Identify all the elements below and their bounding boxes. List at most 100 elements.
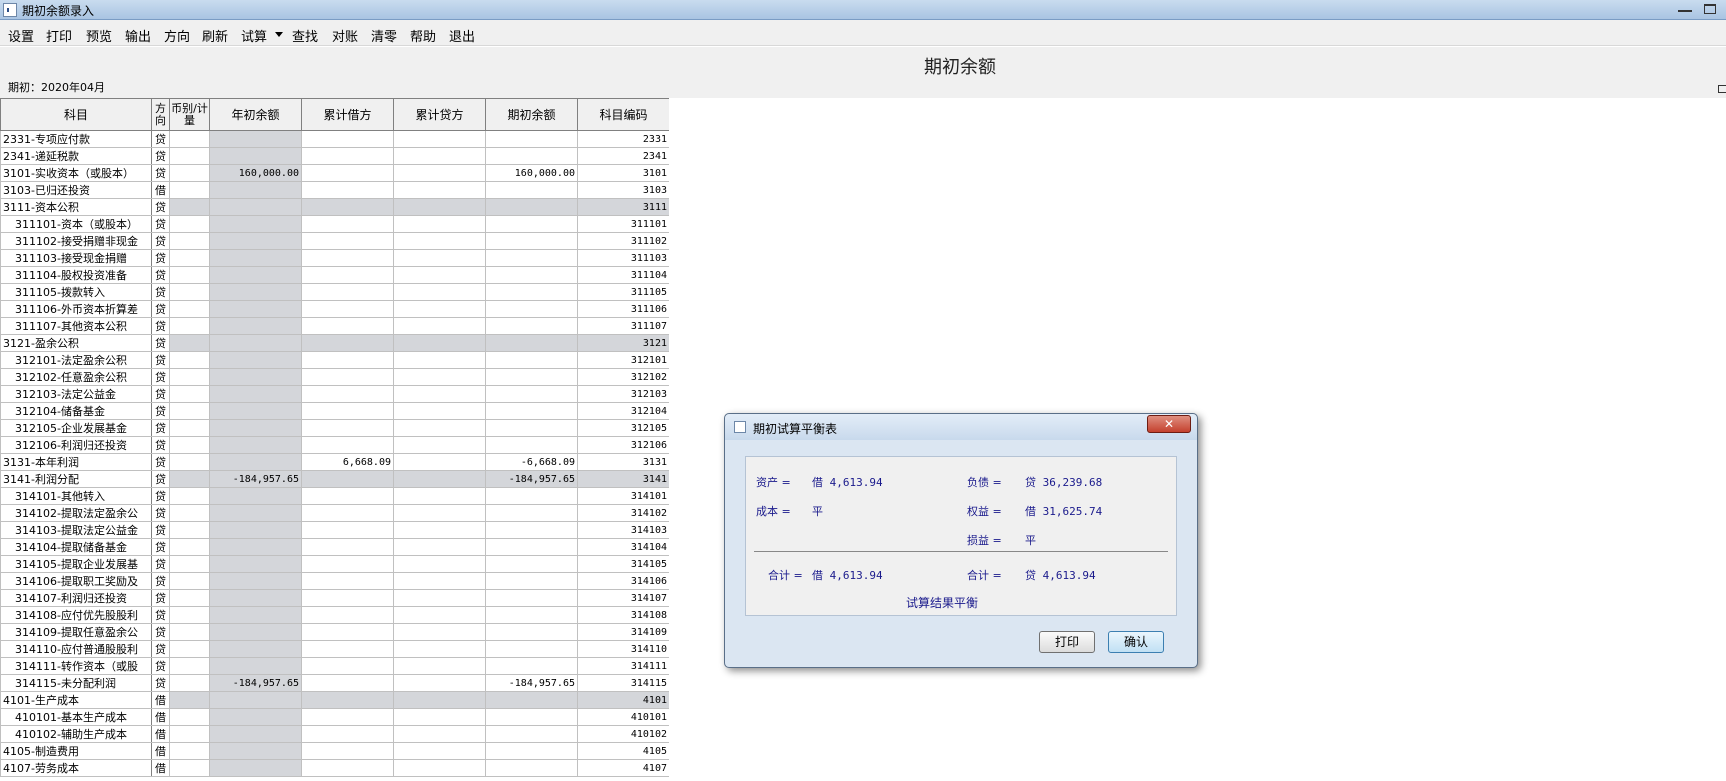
opening-balance-cell[interactable]: [209, 538, 302, 556]
menu-preview[interactable]: 预览: [86, 26, 112, 45]
column-header-beginning[interactable]: 期初余额: [485, 98, 578, 131]
debit-total-cell[interactable]: [301, 657, 394, 675]
credit-total-cell[interactable]: [393, 470, 486, 488]
currency-cell[interactable]: [169, 606, 210, 624]
table-row[interactable]: 3131-本年利润贷 6,668.09 -6,668.09 3131: [0, 453, 669, 471]
opening-balance-cell[interactable]: [209, 555, 302, 573]
currency-cell[interactable]: [169, 402, 210, 420]
debit-total-cell[interactable]: [301, 419, 394, 437]
menu-settings[interactable]: 设置: [8, 26, 34, 45]
opening-balance-cell[interactable]: [209, 572, 302, 590]
debit-total-cell[interactable]: [301, 589, 394, 607]
table-row[interactable]: 314103-提取法定公益金贷 314103: [0, 521, 669, 539]
debit-total-cell[interactable]: [301, 385, 394, 403]
opening-balance-cell[interactable]: [209, 725, 302, 743]
currency-cell[interactable]: [169, 385, 210, 403]
debit-total-cell[interactable]: [301, 708, 394, 726]
beginning-balance-cell[interactable]: [485, 623, 578, 641]
currency-cell[interactable]: [169, 249, 210, 267]
beginning-balance-cell[interactable]: [485, 181, 578, 199]
credit-total-cell[interactable]: [393, 742, 486, 760]
beginning-balance-cell[interactable]: [485, 147, 578, 165]
beginning-balance-cell[interactable]: [485, 334, 578, 352]
table-row[interactable]: 314105-提取企业发展基贷 314105: [0, 555, 669, 573]
beginning-balance-cell[interactable]: -6,668.09: [485, 453, 578, 471]
menu-print[interactable]: 打印: [46, 26, 72, 45]
table-row[interactable]: 311103-接受现金捐赠贷 311103: [0, 249, 669, 267]
beginning-balance-cell[interactable]: [485, 606, 578, 624]
table-row[interactable]: 311107-其他资本公积贷 311107: [0, 317, 669, 335]
opening-balance-cell[interactable]: [209, 708, 302, 726]
table-row[interactable]: 4101-生产成本借 4101: [0, 691, 669, 709]
opening-balance-cell[interactable]: [209, 232, 302, 250]
currency-cell[interactable]: [169, 164, 210, 182]
currency-cell[interactable]: [169, 521, 210, 539]
credit-total-cell[interactable]: [393, 691, 486, 709]
currency-cell[interactable]: [169, 572, 210, 590]
opening-balance-cell[interactable]: [209, 606, 302, 624]
beginning-balance-cell[interactable]: -184,957.65: [485, 674, 578, 692]
beginning-balance-cell[interactable]: [485, 385, 578, 403]
opening-balance-cell[interactable]: [209, 181, 302, 199]
opening-balance-cell[interactable]: [209, 504, 302, 522]
currency-cell[interactable]: [169, 368, 210, 386]
table-row[interactable]: 312102-任意盈余公积贷 312102: [0, 368, 669, 386]
table-row[interactable]: 314109-提取任意盈余公贷 314109: [0, 623, 669, 641]
beginning-balance-cell[interactable]: [485, 538, 578, 556]
credit-total-cell[interactable]: [393, 708, 486, 726]
credit-total-cell[interactable]: [393, 657, 486, 675]
beginning-balance-cell[interactable]: [485, 130, 578, 148]
credit-total-cell[interactable]: [393, 130, 486, 148]
beginning-balance-cell[interactable]: [485, 572, 578, 590]
credit-total-cell[interactable]: [393, 674, 486, 692]
currency-cell[interactable]: [169, 623, 210, 641]
currency-cell[interactable]: [169, 657, 210, 675]
table-row[interactable]: 410101-基本生产成本借 410101: [0, 708, 669, 726]
table-row[interactable]: 314106-提取职工奖励及贷 314106: [0, 572, 669, 590]
opening-balance-cell[interactable]: [209, 623, 302, 641]
column-header-debit[interactable]: 累计借方: [301, 98, 394, 131]
debit-total-cell[interactable]: [301, 538, 394, 556]
debit-total-cell[interactable]: 6,668.09: [301, 453, 394, 471]
credit-total-cell[interactable]: [393, 759, 486, 777]
table-row[interactable]: 314102-提取法定盈余公贷 314102: [0, 504, 669, 522]
table-row[interactable]: 314108-应付优先股股利贷 314108: [0, 606, 669, 624]
table-row[interactable]: 4107-劳务成本借 4107: [0, 759, 669, 777]
credit-total-cell[interactable]: [393, 572, 486, 590]
debit-total-cell[interactable]: [301, 198, 394, 216]
beginning-balance-cell[interactable]: [485, 215, 578, 233]
beginning-balance-cell[interactable]: [485, 640, 578, 658]
beginning-balance-cell[interactable]: 160,000.00: [485, 164, 578, 182]
credit-total-cell[interactable]: [393, 453, 486, 471]
currency-cell[interactable]: [169, 742, 210, 760]
credit-total-cell[interactable]: [393, 147, 486, 165]
debit-total-cell[interactable]: [301, 759, 394, 777]
debit-total-cell[interactable]: [301, 725, 394, 743]
table-row[interactable]: 314110-应付普通股股利贷 314110: [0, 640, 669, 658]
currency-cell[interactable]: [169, 419, 210, 437]
credit-total-cell[interactable]: [393, 402, 486, 420]
maximize-icon[interactable]: [1704, 4, 1716, 14]
beginning-balance-cell[interactable]: [485, 351, 578, 369]
debit-total-cell[interactable]: [301, 606, 394, 624]
currency-cell[interactable]: [169, 436, 210, 454]
beginning-balance-cell[interactable]: [485, 368, 578, 386]
debit-total-cell[interactable]: [301, 470, 394, 488]
currency-cell[interactable]: [169, 317, 210, 335]
opening-balance-cell[interactable]: [209, 351, 302, 369]
print-button[interactable]: 打印: [1039, 631, 1095, 653]
opening-balance-cell[interactable]: [209, 419, 302, 437]
beginning-balance-cell[interactable]: [485, 283, 578, 301]
beginning-balance-cell[interactable]: [485, 436, 578, 454]
currency-cell[interactable]: [169, 198, 210, 216]
opening-balance-cell[interactable]: [209, 249, 302, 267]
beginning-balance-cell[interactable]: [485, 555, 578, 573]
opening-balance-cell[interactable]: [209, 385, 302, 403]
currency-cell[interactable]: [169, 181, 210, 199]
opening-balance-cell[interactable]: [209, 317, 302, 335]
currency-cell[interactable]: [169, 453, 210, 471]
credit-total-cell[interactable]: [393, 368, 486, 386]
opening-balance-cell[interactable]: [209, 691, 302, 709]
opening-balance-cell[interactable]: [209, 283, 302, 301]
table-row[interactable]: 311101-资本（或股本）贷 311101: [0, 215, 669, 233]
